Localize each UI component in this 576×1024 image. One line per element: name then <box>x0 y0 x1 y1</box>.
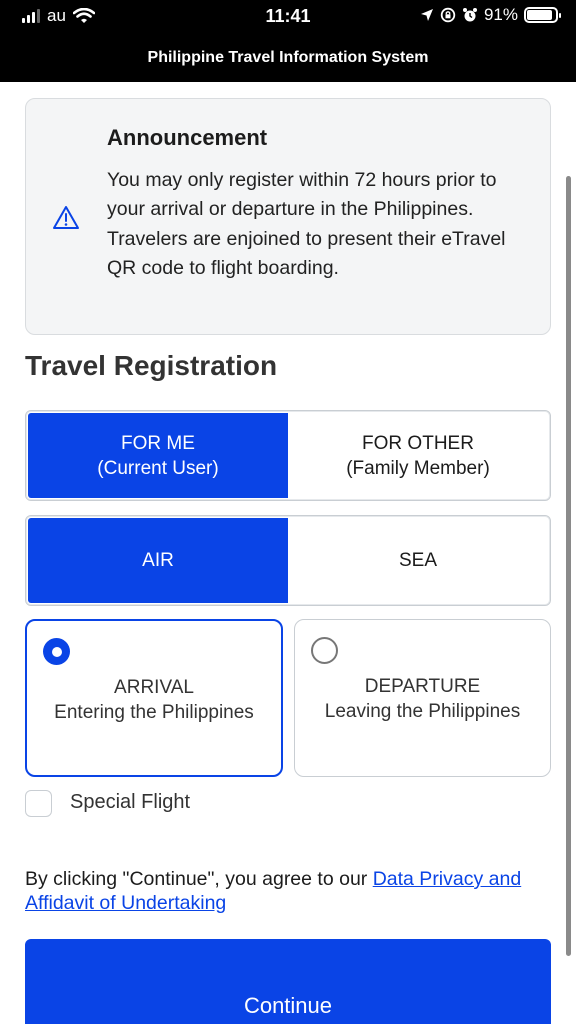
app-title: Philippine Travel Information System <box>147 49 429 66</box>
for-other-sublabel: (Family Member) <box>346 457 490 479</box>
for-other-option[interactable]: FOR OTHER (Family Member) <box>288 413 548 498</box>
app-header: Philippine Travel Information System <box>0 36 576 82</box>
sea-option[interactable]: SEA <box>288 518 548 603</box>
status-right: 91% <box>420 5 561 25</box>
for-me-label: FOR ME <box>121 432 195 454</box>
sea-label: SEA <box>398 550 438 571</box>
location-arrow-icon <box>420 9 433 21</box>
departure-radio[interactable] <box>311 637 338 664</box>
battery-percent: 91% <box>483 5 518 24</box>
for-other-label: FOR OTHER <box>362 432 474 454</box>
continue-button[interactable]: Continue <box>25 939 551 1024</box>
departure-title: DEPARTURE <box>364 676 481 697</box>
travel-mode-toggle: AIR SEA <box>25 515 551 606</box>
arrival-subtitle: Entering the Philippines <box>54 702 254 723</box>
arrival-radio[interactable] <box>43 638 70 665</box>
special-flight-label[interactable]: Special Flight <box>70 791 190 814</box>
announcement-body: You may only register within 72 hours pr… <box>107 169 506 280</box>
departure-card[interactable]: DEPARTURE Leaving the Philippines <box>294 619 551 777</box>
for-me-option[interactable]: FOR ME (Current User) <box>28 413 288 498</box>
air-label: AIR <box>142 550 174 571</box>
status-bar: au 11:41 91% <box>0 0 576 36</box>
page-title: Travel Registration <box>25 350 278 381</box>
traveler-type-toggle: FOR ME (Current User) FOR OTHER (Family … <box>25 410 551 501</box>
arrival-card[interactable]: ARRIVAL Entering the Philippines <box>25 619 283 777</box>
special-flight-checkbox[interactable] <box>25 790 52 817</box>
for-me-sublabel: (Current User) <box>97 457 219 479</box>
air-option[interactable]: AIR <box>28 518 288 603</box>
announcement-panel: Announcement You may only register withi… <box>25 98 551 335</box>
announcement-title: Announcement <box>107 125 268 150</box>
orientation-lock-icon <box>440 7 456 23</box>
consent-prefix: By clicking "Continue", you agree to our <box>25 868 373 890</box>
battery-icon <box>524 7 561 23</box>
alarm-icon <box>462 8 477 22</box>
warning-triangle-icon <box>53 206 79 229</box>
scrollbar[interactable] <box>566 176 571 956</box>
departure-subtitle: Leaving the Philippines <box>324 701 521 722</box>
arrival-title: ARRIVAL <box>114 677 194 698</box>
consent-text: By clicking "Continue", you agree to our… <box>25 867 555 915</box>
